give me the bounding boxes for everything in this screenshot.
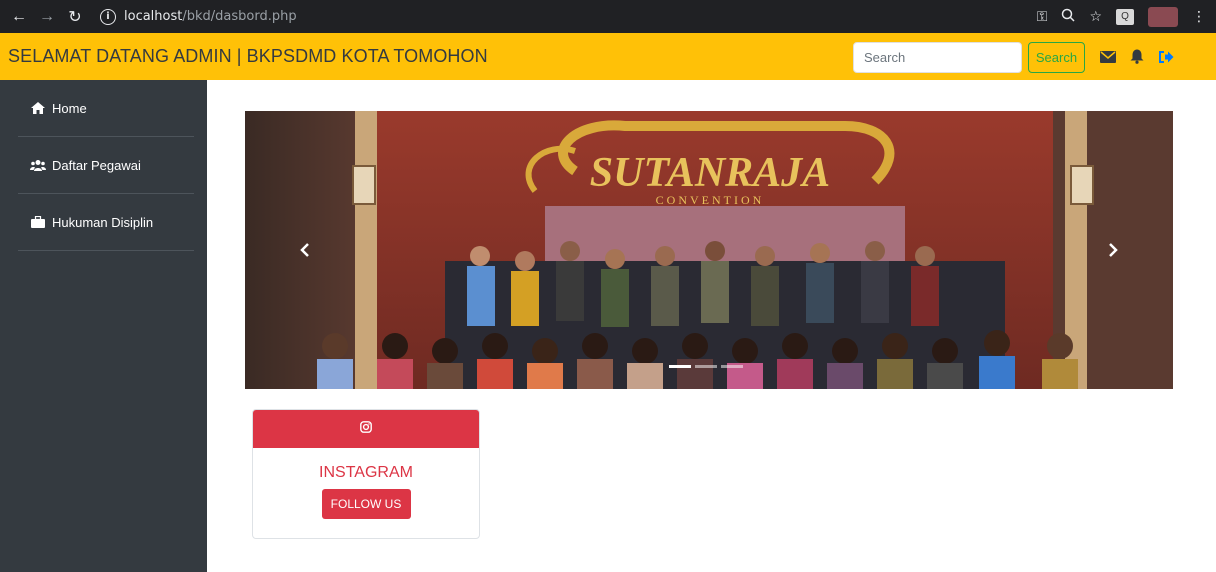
carousel-indicators (669, 365, 743, 368)
photo-carousel[interactable]: SUTANRAJA CONVENTION (245, 111, 1173, 389)
search-button[interactable]: Search (1028, 42, 1085, 73)
instagram-icon (360, 420, 372, 438)
info-icon[interactable]: i (100, 8, 116, 25)
envelope-icon[interactable] (1100, 50, 1116, 63)
carousel-slide-image: SUTANRAJA CONVENTION (245, 111, 1173, 389)
sidebar-item-hukuman-disiplin[interactable]: Hukuman Disiplin (18, 194, 194, 251)
briefcase-icon (30, 216, 46, 228)
sidebar-item-label: Hukuman Disiplin (52, 214, 154, 230)
chevron-left-icon (300, 243, 309, 257)
browser-actions: ⚿ ☆ Q ⋮ (1037, 0, 1206, 33)
extension-icon[interactable]: Q (1116, 8, 1134, 25)
instagram-title: INSTAGRAM (319, 464, 413, 481)
sidebar-item-label: Daftar Pegawai (52, 157, 141, 173)
carousel-indicator[interactable] (695, 365, 717, 368)
carousel-indicator[interactable] (721, 365, 743, 368)
navbar-icons (1100, 33, 1174, 80)
sidebar-item-label: Home (52, 100, 87, 116)
sidebar-item-home[interactable]: Home (18, 80, 194, 137)
menu-dots-icon[interactable]: ⋮ (1192, 8, 1206, 25)
bookmark-star-icon[interactable]: ☆ (1089, 8, 1102, 25)
chevron-right-icon (1109, 243, 1118, 257)
address-bar[interactable]: i localhost/bkd/dasbord.php (100, 8, 297, 25)
back-icon[interactable]: ← (8, 8, 30, 26)
url-host: localhost (124, 9, 183, 24)
carousel-indicator[interactable] (669, 365, 691, 368)
profile-avatar[interactable] (1148, 6, 1178, 27)
users-icon (30, 159, 46, 171)
carousel-next-button[interactable] (1053, 111, 1173, 389)
reload-icon[interactable]: ↻ (64, 7, 86, 27)
sidebar: Home Daftar Pegawai Hukuman Disiplin (0, 80, 207, 572)
browser-nav: ← → ↻ (8, 7, 92, 27)
sidebar-item-daftar-pegawai[interactable]: Daftar Pegawai (18, 137, 194, 194)
instagram-card: INSTAGRAM FOLLOW US (252, 409, 480, 539)
top-navbar: SELAMAT DATANG ADMIN | BKPSDMD KOTA TOMO… (0, 33, 1216, 80)
url-path: /bkd/dasbord.php (182, 9, 297, 24)
instagram-card-header (253, 410, 479, 448)
sign-out-icon[interactable] (1158, 50, 1174, 64)
banner-subtext: CONVENTION (656, 193, 765, 207)
follow-us-button[interactable]: FOLLOW US (321, 489, 411, 519)
home-icon (30, 102, 46, 114)
key-icon[interactable]: ⚿ (1037, 8, 1048, 25)
brand-title[interactable]: SELAMAT DATANG ADMIN | BKPSDMD KOTA TOMO… (8, 46, 488, 67)
browser-toolbar: ← → ↻ i localhost/bkd/dasbord.php ⚿ ☆ Q … (0, 0, 1216, 33)
banner-text: SUTANRAJA (590, 150, 830, 196)
bell-icon[interactable] (1130, 49, 1144, 64)
carousel-prev-button[interactable] (245, 111, 365, 389)
zoom-icon[interactable] (1061, 8, 1075, 25)
search-input[interactable] (853, 42, 1022, 73)
forward-icon[interactable]: → (36, 8, 58, 26)
